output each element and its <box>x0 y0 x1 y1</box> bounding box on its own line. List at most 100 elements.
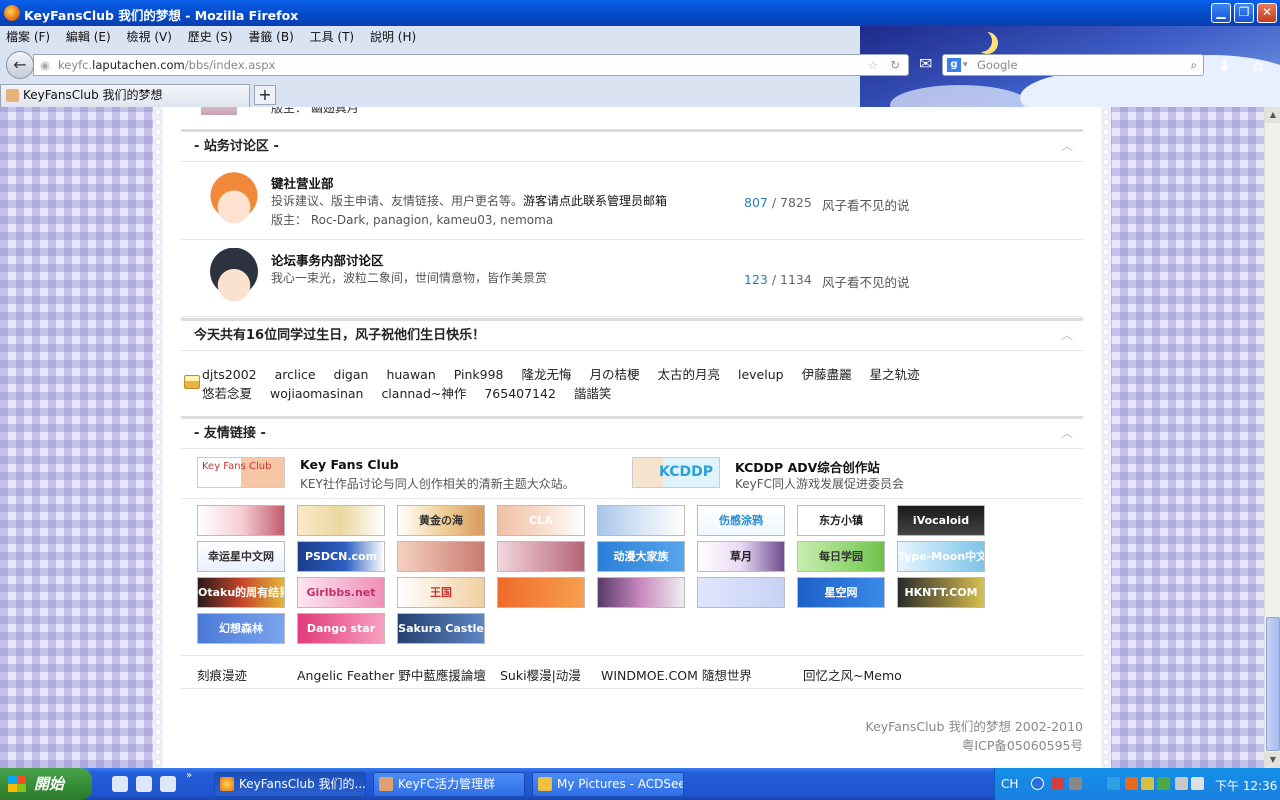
banner-link[interactable]: Type-Moon中文網 <box>897 541 985 572</box>
banner-link[interactable]: 黄金の海 <box>397 505 485 536</box>
featured-link[interactable]: Key Fans Club Key Fans Club KEY社作品讨论与同人创… <box>197 457 617 497</box>
banner-link[interactable]: PSDCN.com <box>297 541 385 572</box>
last-poster[interactable]: 风子看不见的说 <box>822 195 910 214</box>
tray-app-icon[interactable] <box>1125 777 1138 790</box>
banner-link[interactable]: CLA <box>497 505 585 536</box>
google-engine-icon[interactable]: g <box>947 58 961 72</box>
language-indicator[interactable]: CH <box>1001 777 1018 791</box>
banner-link[interactable] <box>497 613 585 644</box>
birthday-user[interactable]: clannad~神作 <box>381 386 466 401</box>
menu-help[interactable]: 說明 (H) <box>364 26 422 47</box>
forum-avatar[interactable] <box>203 248 265 310</box>
minimize-button[interactable]: ▁ <box>1211 3 1231 23</box>
bookmark-star-icon[interactable]: ☆ <box>868 55 878 75</box>
banner-link[interactable]: Otaku的周有结界 <box>197 577 285 608</box>
start-button[interactable]: 開始 <box>0 768 92 800</box>
tray-app-icon[interactable] <box>1157 777 1170 790</box>
site-identity-icon[interactable]: ◉ <box>40 55 50 75</box>
scroll-down-arrow-icon[interactable]: ▼ <box>1265 752 1280 768</box>
menu-file[interactable]: 檔案 (F) <box>0 26 56 47</box>
home-icon[interactable]: ⌂ <box>1253 56 1263 75</box>
system-clock[interactable]: 下午 12:36 <box>1215 777 1277 794</box>
taskbar-item-qq-group[interactable]: KeyFC活力管理群 <box>373 772 525 797</box>
notification-icon[interactable]: ✉ <box>919 54 932 73</box>
banner-link[interactable]: 王国 <box>397 577 485 608</box>
birthday-user[interactable]: 隆龙无悔 <box>521 367 571 382</box>
banner-link[interactable]: 草月 <box>697 541 785 572</box>
section-header-site[interactable]: - 站务讨论区 - ︿ <box>181 129 1083 162</box>
computer-icon[interactable] <box>1175 777 1188 790</box>
banner-link[interactable] <box>297 505 385 536</box>
menu-history[interactable]: 歷史 (S) <box>182 26 239 47</box>
search-bar[interactable]: g ▾ Google ⌕ <box>942 54 1204 76</box>
birthday-user[interactable]: huawan <box>386 367 435 382</box>
taskbar-item-acdsee[interactable]: My Pictures - ACDSee... <box>532 772 684 797</box>
birthday-user[interactable]: 月の桔梗 <box>589 367 639 382</box>
text-link[interactable]: WINDMOE.COM 隨想世界 <box>601 665 752 684</box>
banner-link[interactable]: 幻想森林 <box>197 613 285 644</box>
taskbar-item-firefox[interactable]: KeyFansClub 我们的... <box>214 772 366 797</box>
reload-icon[interactable]: ↻ <box>890 55 900 75</box>
birthday-user[interactable]: 星之轨迹 <box>870 367 920 382</box>
text-link[interactable]: Angelic Feather 野中藍應援論壇 <box>297 665 486 684</box>
text-link[interactable]: 刻痕漫迹 <box>197 665 247 684</box>
quicklaunch-app-icon[interactable] <box>160 776 176 792</box>
banner-link[interactable] <box>497 577 585 608</box>
quicklaunch-expand-icon[interactable]: » <box>186 770 192 781</box>
banner-link[interactable]: Girlbbs.net <box>297 577 385 608</box>
birthday-user[interactable]: 悠若念夏 <box>202 386 252 401</box>
scroll-up-arrow-icon[interactable]: ▲ <box>1265 107 1280 123</box>
banner-link[interactable] <box>697 577 785 608</box>
volume-icon[interactable] <box>1191 777 1204 790</box>
banner-link[interactable]: Sakura Castle <box>397 613 485 644</box>
link-name[interactable]: KCDDP ADV综合创作站 <box>735 457 880 476</box>
link-name[interactable]: Key Fans Club <box>300 457 399 472</box>
quicklaunch-media-icon[interactable] <box>112 776 128 792</box>
forum-name[interactable]: 论坛事务内部讨论区 <box>271 250 384 269</box>
collapse-icon[interactable]: ︿ <box>1061 131 1073 161</box>
back-arrow-tray-icon[interactable] <box>1031 777 1044 790</box>
banner-link[interactable] <box>197 505 285 536</box>
back-button[interactable]: ← <box>6 51 34 79</box>
banner-link[interactable]: 每日学园 <box>797 541 885 572</box>
birthday-user[interactable]: arclice <box>275 367 316 382</box>
url-bar[interactable]: ◉ keyfc.laputachen.com/bbs/index.aspx ☆ … <box>33 54 909 76</box>
banner-link[interactable] <box>397 541 485 572</box>
maximize-button[interactable]: ❐ <box>1234 3 1254 23</box>
birthday-user[interactable]: 765407142 <box>484 386 556 401</box>
close-button[interactable]: ✕ <box>1257 3 1277 23</box>
vertical-scrollbar[interactable]: ▲ ▼ <box>1264 107 1280 768</box>
contact-admin-link[interactable]: 游客请点此联系管理员邮箱 <box>523 194 667 208</box>
birthday-user[interactable]: levelup <box>738 367 784 382</box>
section-header-birthday[interactable]: 今天共有16位同学过生日，风子祝他们生日快乐！ ︿ <box>181 318 1083 351</box>
banner-link[interactable]: Dango star <box>297 613 385 644</box>
banner-link[interactable]: 动漫大家族 <box>597 541 685 572</box>
banner-link[interactable]: 东方小镇 <box>797 505 885 536</box>
link-logo[interactable]: KCDDP <box>632 457 720 488</box>
birthday-user[interactable]: 太古的月亮 <box>657 367 720 382</box>
banner-link[interactable]: 伤感涂鸦 <box>697 505 785 536</box>
birthday-user[interactable]: djts2002 <box>202 367 257 382</box>
birthday-user[interactable]: wojiaomasinan <box>270 386 363 401</box>
birthday-user[interactable]: 伊藤盡麗 <box>802 367 852 382</box>
new-tab-button[interactable]: + <box>254 85 276 105</box>
birthday-user[interactable]: digan <box>334 367 369 382</box>
search-icon[interactable]: ⌕ <box>1191 55 1197 75</box>
footer-icp[interactable]: 粤ICP备05060595号 <box>866 736 1083 755</box>
menu-edit[interactable]: 編輯 (E) <box>60 26 117 47</box>
quicklaunch-browser-icon[interactable] <box>136 776 152 792</box>
link-logo[interactable]: Key Fans Club <box>197 457 285 488</box>
network-icon[interactable] <box>1069 777 1082 790</box>
birthday-user[interactable]: 諧諧笑 <box>574 386 612 401</box>
menu-bookmarks[interactable]: 書籤 (B) <box>242 26 299 47</box>
download-icon[interactable]: ⬇ <box>1218 56 1231 75</box>
text-link[interactable]: Suki樱漫|动漫 <box>500 665 581 684</box>
featured-link[interactable]: KCDDP KCDDP ADV综合创作站 KeyFC同人游戏发展促进委员会 <box>632 457 1052 497</box>
banner-link[interactable] <box>597 505 685 536</box>
birthday-user[interactable]: Pink998 <box>454 367 504 382</box>
tray-app-icon[interactable] <box>1051 777 1064 790</box>
banner-link[interactable] <box>597 577 685 608</box>
collapse-icon[interactable]: ︿ <box>1061 320 1073 350</box>
menu-view[interactable]: 檢視 (V) <box>121 26 178 47</box>
menu-tools[interactable]: 工具 (T) <box>304 26 361 47</box>
